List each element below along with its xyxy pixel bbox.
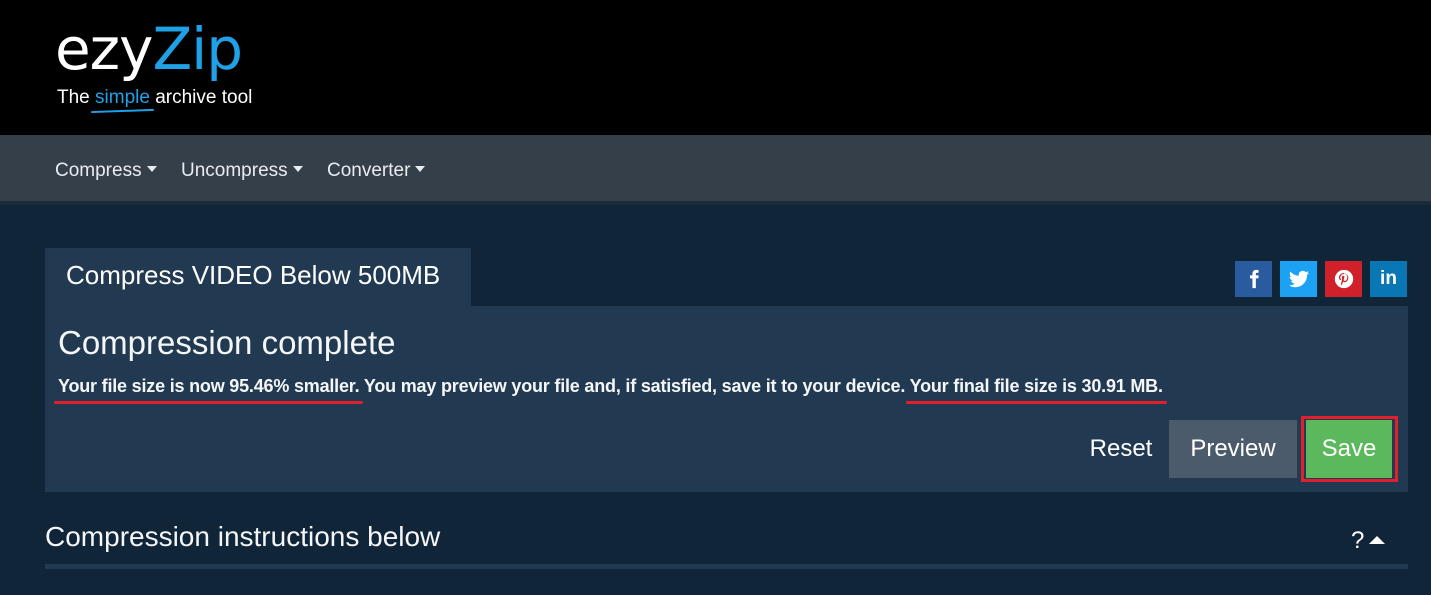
nav-uncompress-dropdown[interactable]: Uncompress xyxy=(181,160,303,182)
twitter-share-button[interactable] xyxy=(1280,261,1317,297)
preview-hint-text: You may preview your file and, if satisf… xyxy=(359,376,910,396)
instructions-heading: Compression instructions below xyxy=(45,521,441,552)
result-title: Compression complete xyxy=(58,324,396,361)
twitter-icon xyxy=(1288,270,1309,288)
tool-tab[interactable]: Compress VIDEO Below 500MB xyxy=(45,248,471,306)
logo-wordmark: ezyZip xyxy=(55,14,243,84)
tool-tab-label: Compress VIDEO Below 500MB xyxy=(66,260,441,290)
help-icon: ? xyxy=(1351,527,1365,554)
logo-zip: Zip xyxy=(152,15,243,83)
linkedin-icon: in xyxy=(1380,268,1397,289)
size-reduction-text: Your file size is now 95.46% smaller. xyxy=(58,376,360,396)
preview-button[interactable]: Preview xyxy=(1169,420,1297,478)
linkedin-share-button[interactable]: in xyxy=(1370,261,1407,297)
instructions-divider xyxy=(45,564,1408,569)
result-message: Your file size is now 95.46% smaller. Yo… xyxy=(58,376,1163,397)
result-panel: Compression complete Your file size is n… xyxy=(45,306,1408,492)
caret-down-icon xyxy=(415,166,426,173)
nav-converter-dropdown[interactable]: Converter xyxy=(327,160,426,182)
nav-converter-label: Converter xyxy=(327,160,411,181)
caret-up-icon xyxy=(1369,535,1386,544)
caret-down-icon xyxy=(292,166,303,173)
tagline-before: The xyxy=(57,87,96,108)
header: ezyZip The simple archive tool xyxy=(0,0,1431,135)
logo-ezy: ezy xyxy=(55,15,153,83)
final-size-text: Your final file size is 30.91 MB. xyxy=(909,376,1163,396)
main-nav: Compress Uncompress Converter xyxy=(0,135,1431,205)
pinterest-icon xyxy=(1334,269,1353,289)
instructions-toggle[interactable]: ? xyxy=(1351,527,1386,555)
main-content: Compress VIDEO Below 500MB in Compressio… xyxy=(0,209,1431,595)
pinterest-share-button[interactable] xyxy=(1325,261,1362,297)
caret-down-icon xyxy=(146,166,157,173)
tagline-highlight: simple xyxy=(95,87,150,108)
tagline-after: archive tool xyxy=(149,87,253,108)
facebook-icon xyxy=(1249,269,1259,289)
nav-uncompress-label: Uncompress xyxy=(181,160,288,181)
facebook-share-button[interactable] xyxy=(1235,261,1272,297)
nav-compress-dropdown[interactable]: Compress xyxy=(55,160,157,182)
nav-compress-label: Compress xyxy=(55,160,142,181)
ezyzip-logo[interactable]: ezyZip The simple archive tool xyxy=(55,14,252,108)
logo-tagline: The simple archive tool xyxy=(57,87,252,109)
save-button[interactable]: Save xyxy=(1306,420,1392,478)
reset-button[interactable]: Reset xyxy=(1065,420,1177,478)
